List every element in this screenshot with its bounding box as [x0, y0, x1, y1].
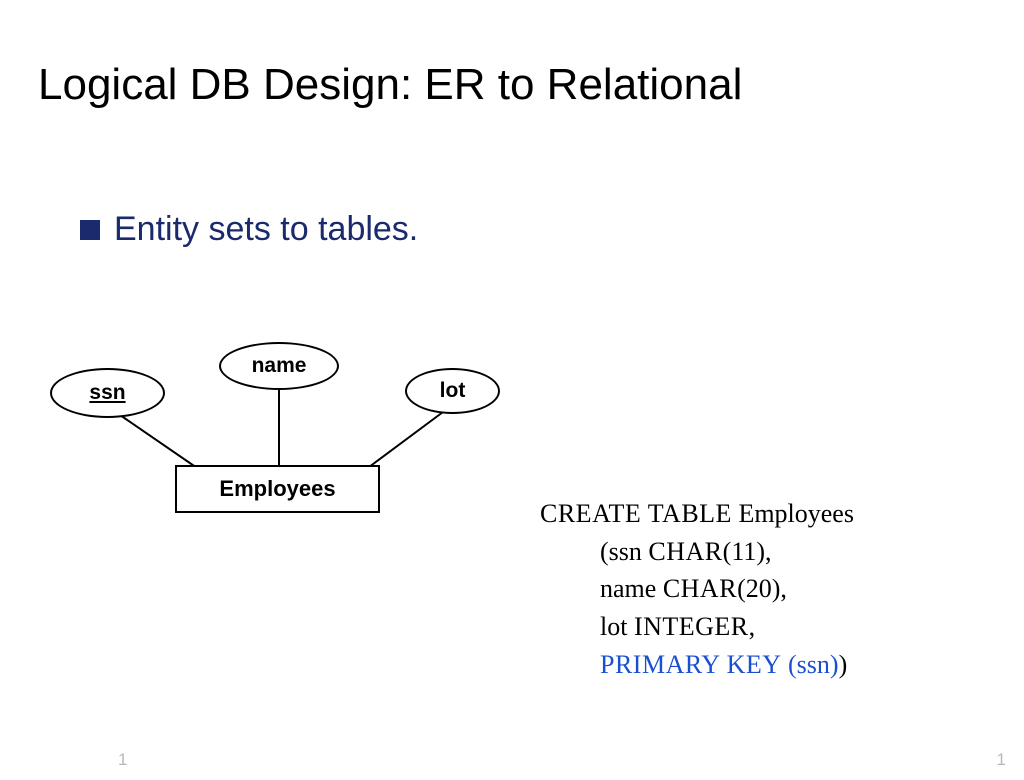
bullet-item: Entity sets to tables. — [80, 210, 418, 249]
attribute-lot-label: lot — [440, 379, 466, 403]
sql-block: CREATE TABLE Employees (ssn CHAR(11), na… — [540, 495, 854, 683]
entity-label: Employees — [219, 476, 335, 502]
entity-employees: Employees — [175, 465, 380, 513]
sql-line-5: PRIMARY KEY (ssn)) — [540, 646, 854, 684]
page-number-right: 1 — [997, 750, 1006, 770]
sql-type: CHAR — [648, 537, 722, 566]
sql-type: INTEGER — [634, 612, 749, 641]
attribute-lot: lot — [405, 368, 500, 414]
sql-text: lot — [600, 612, 634, 641]
sql-primary-key: PRIMARY KEY — [600, 650, 782, 679]
sql-text: (11), — [723, 537, 772, 566]
sql-text: name — [600, 574, 663, 603]
sql-line-4: lot INTEGER, — [540, 608, 854, 646]
attribute-name-label: name — [252, 354, 307, 378]
sql-line-1: CREATE TABLE Employees — [540, 495, 854, 533]
sql-text: (ssn — [600, 537, 648, 566]
attribute-ssn-label: ssn — [89, 381, 125, 405]
sql-keyword: CREATE TABLE — [540, 499, 732, 528]
sql-pk-arg: (ssn) — [782, 650, 839, 679]
sql-line-3: name CHAR(20), — [540, 570, 854, 608]
attribute-ssn: ssn — [50, 368, 165, 418]
er-diagram: ssn name lot Employees — [45, 330, 515, 530]
slide-title: Logical DB Design: ER to Relational — [38, 60, 742, 110]
sql-close-paren: ) — [839, 650, 848, 679]
page-number-left: 1 — [118, 750, 127, 770]
sql-line-2: (ssn CHAR(11), — [540, 533, 854, 571]
bullet-text: Entity sets to tables. — [114, 210, 418, 249]
attribute-name: name — [219, 342, 339, 390]
bullet-marker-icon — [80, 220, 100, 240]
sql-text: (20), — [737, 574, 787, 603]
sql-type: CHAR — [663, 574, 737, 603]
sql-identifier: Employees — [732, 499, 854, 528]
sql-text: , — [749, 612, 756, 641]
